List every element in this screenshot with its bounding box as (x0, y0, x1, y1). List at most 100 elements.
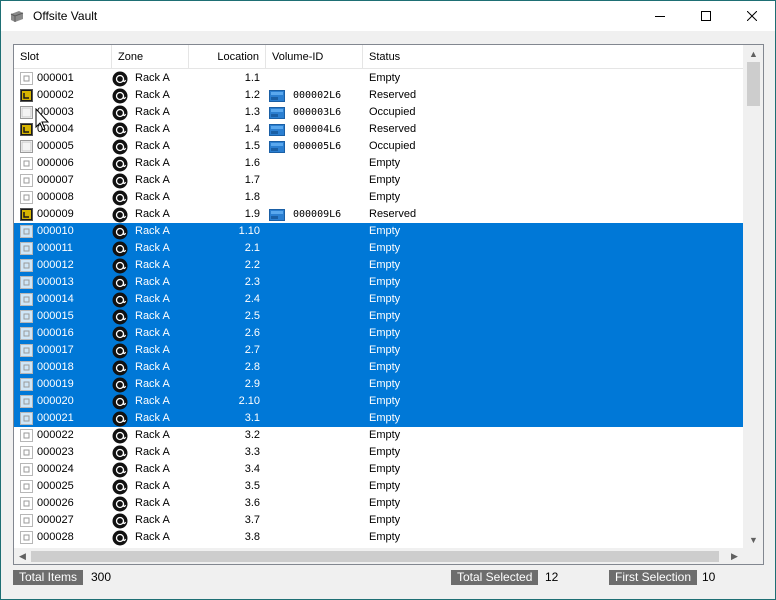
table-row[interactable]: 000027 Rack A 3.7 Empty (14, 512, 743, 529)
total-items-label: Total Items (13, 570, 84, 585)
horizontal-scroll-thumb[interactable] (31, 551, 719, 562)
volume-id-cell (266, 155, 363, 172)
table-row[interactable]: 000026 Rack A 3.6 Empty (14, 495, 743, 512)
table-row[interactable]: 000019 Rack A 2.9 Empty (14, 376, 743, 393)
table-row[interactable]: 000025 Rack A 3.5 Empty (14, 478, 743, 495)
table-row[interactable]: 000020 Rack A 2.10 Empty (14, 393, 743, 410)
zone-name: Rack A (135, 140, 170, 152)
table-row[interactable]: 000010 Rack A 1.10 Empty (14, 223, 743, 240)
zone-name: Rack A (135, 497, 170, 509)
close-button[interactable] (729, 1, 775, 31)
scroll-left-arrow-icon[interactable]: ◀ (14, 548, 31, 564)
status-cell: Occupied (369, 140, 416, 152)
location-cell: 1.1 (244, 72, 260, 84)
tape-volume-icon (269, 140, 285, 153)
table-row[interactable]: 000017 Rack A 2.7 Empty (14, 342, 743, 359)
scroll-up-arrow-icon[interactable]: ▲ (745, 45, 762, 62)
table-row[interactable]: 000014 Rack A 2.4 Empty (14, 291, 743, 308)
slot-cell: 000022 (14, 427, 112, 444)
rack-zone-icon (112, 139, 128, 155)
vertical-scroll-thumb[interactable] (747, 62, 760, 106)
location-cell: 2.10 (238, 395, 260, 407)
table-row[interactable]: 000001 Rack A 1.1 Empty (14, 70, 743, 87)
volume-id-cell (266, 325, 363, 342)
zone-name: Rack A (135, 89, 170, 101)
empty-slot-icon (20, 276, 33, 289)
rack-zone-icon (112, 411, 128, 427)
table-row[interactable]: 000012 Rack A 2.2 Empty (14, 257, 743, 274)
zone-name: Rack A (135, 174, 170, 186)
empty-slot-icon (20, 429, 33, 442)
slot-number: 000025 (37, 480, 74, 492)
maximize-icon (701, 11, 711, 21)
column-header-slot[interactable]: Slot (14, 45, 112, 69)
rack-zone-icon (112, 71, 128, 87)
column-header-status[interactable]: Status (363, 45, 743, 69)
volume-id-cell: 000009L6 (266, 206, 363, 223)
minimize-icon (655, 16, 665, 17)
maximize-button[interactable] (683, 1, 729, 31)
zone-cell: Rack A (112, 376, 189, 393)
minimize-button[interactable] (637, 1, 683, 31)
table-row[interactable]: 000004 Rack A 1.4 000004L6 Reserved (14, 121, 743, 138)
zone-cell: Rack A (112, 104, 189, 121)
volume-id: 000009L6 (293, 209, 342, 220)
table-row[interactable]: 000015 Rack A 2.5 Empty (14, 308, 743, 325)
slot-number: 000018 (37, 361, 74, 373)
status-cell: Empty (369, 310, 401, 322)
rack-zone-icon (112, 156, 128, 172)
vertical-scrollbar[interactable]: ▲ ▼ (743, 45, 763, 548)
table-row[interactable]: 000009 Rack A 1.9 000009L6 Reserved (14, 206, 743, 223)
tape-volume-icon (269, 106, 285, 119)
empty-slot-icon (20, 242, 33, 255)
scrollbar-corner (743, 548, 763, 564)
zone-cell: Rack A (112, 155, 189, 172)
table-row[interactable]: 000006 Rack A 1.6 Empty (14, 155, 743, 172)
slot-cell: 000018 (14, 359, 112, 376)
column-header-volume-id[interactable]: Volume-ID (266, 45, 363, 69)
location-cell: 3.2 (244, 429, 260, 441)
empty-slot-icon (20, 531, 33, 544)
status-cell: Empty (369, 395, 401, 407)
zone-cell: Rack A (112, 206, 189, 223)
zone-name: Rack A (135, 276, 170, 288)
table-row[interactable]: 000008 Rack A 1.8 Empty (14, 189, 743, 206)
location-cell: 2.6 (244, 327, 260, 339)
slot-cell: 000004 (14, 121, 112, 138)
zone-cell: Rack A (112, 359, 189, 376)
location-cell: 3.7 (244, 514, 260, 526)
volume-id-cell (266, 444, 363, 461)
table-row[interactable]: 000011 Rack A 2.1 Empty (14, 240, 743, 257)
slot-list[interactable]: Slot Zone Location Volume-ID Status 0000… (13, 44, 764, 565)
scroll-right-arrow-icon[interactable]: ▶ (726, 548, 743, 564)
title-bar[interactable]: Offsite Vault (1, 1, 775, 31)
table-row[interactable]: 000024 Rack A 3.4 Empty (14, 461, 743, 478)
table-row[interactable]: 000002 Rack A 1.2 000002L6 Reserved (14, 87, 743, 104)
zone-name: Rack A (135, 514, 170, 526)
table-row[interactable]: 000022 Rack A 3.2 Empty (14, 427, 743, 444)
zone-cell: Rack A (112, 257, 189, 274)
scroll-down-arrow-icon[interactable]: ▼ (745, 531, 762, 548)
slot-cell: 000025 (14, 478, 112, 495)
location-cell: 2.9 (244, 378, 260, 390)
rack-zone-icon (112, 292, 128, 308)
table-row[interactable]: 000018 Rack A 2.8 Empty (14, 359, 743, 376)
zone-cell: Rack A (112, 342, 189, 359)
table-row[interactable]: 000023 Rack A 3.3 Empty (14, 444, 743, 461)
table-row[interactable]: 000005 Rack A 1.5 000005L6 Occupied (14, 138, 743, 155)
table-row[interactable]: 000016 Rack A 2.6 Empty (14, 325, 743, 342)
status-cell: Reserved (369, 89, 417, 101)
location-cell: 3.4 (244, 463, 260, 475)
zone-name: Rack A (135, 361, 170, 373)
empty-slot-icon (20, 446, 33, 459)
table-row[interactable]: 000013 Rack A 2.3 Empty (14, 274, 743, 291)
table-row[interactable]: 000028 Rack A 3.8 Empty (14, 529, 743, 546)
table-row[interactable]: 000021 Rack A 3.1 Empty (14, 410, 743, 427)
zone-name: Rack A (135, 157, 170, 169)
horizontal-scrollbar[interactable]: ◀ ▶ (14, 548, 743, 564)
column-header-zone[interactable]: Zone (112, 45, 189, 69)
column-header-location[interactable]: Location (189, 45, 266, 69)
table-row[interactable]: 000003 Rack A 1.3 000003L6 Occupied (14, 104, 743, 121)
table-row[interactable]: 000007 Rack A 1.7 Empty (14, 172, 743, 189)
volume-id-cell (266, 189, 363, 206)
